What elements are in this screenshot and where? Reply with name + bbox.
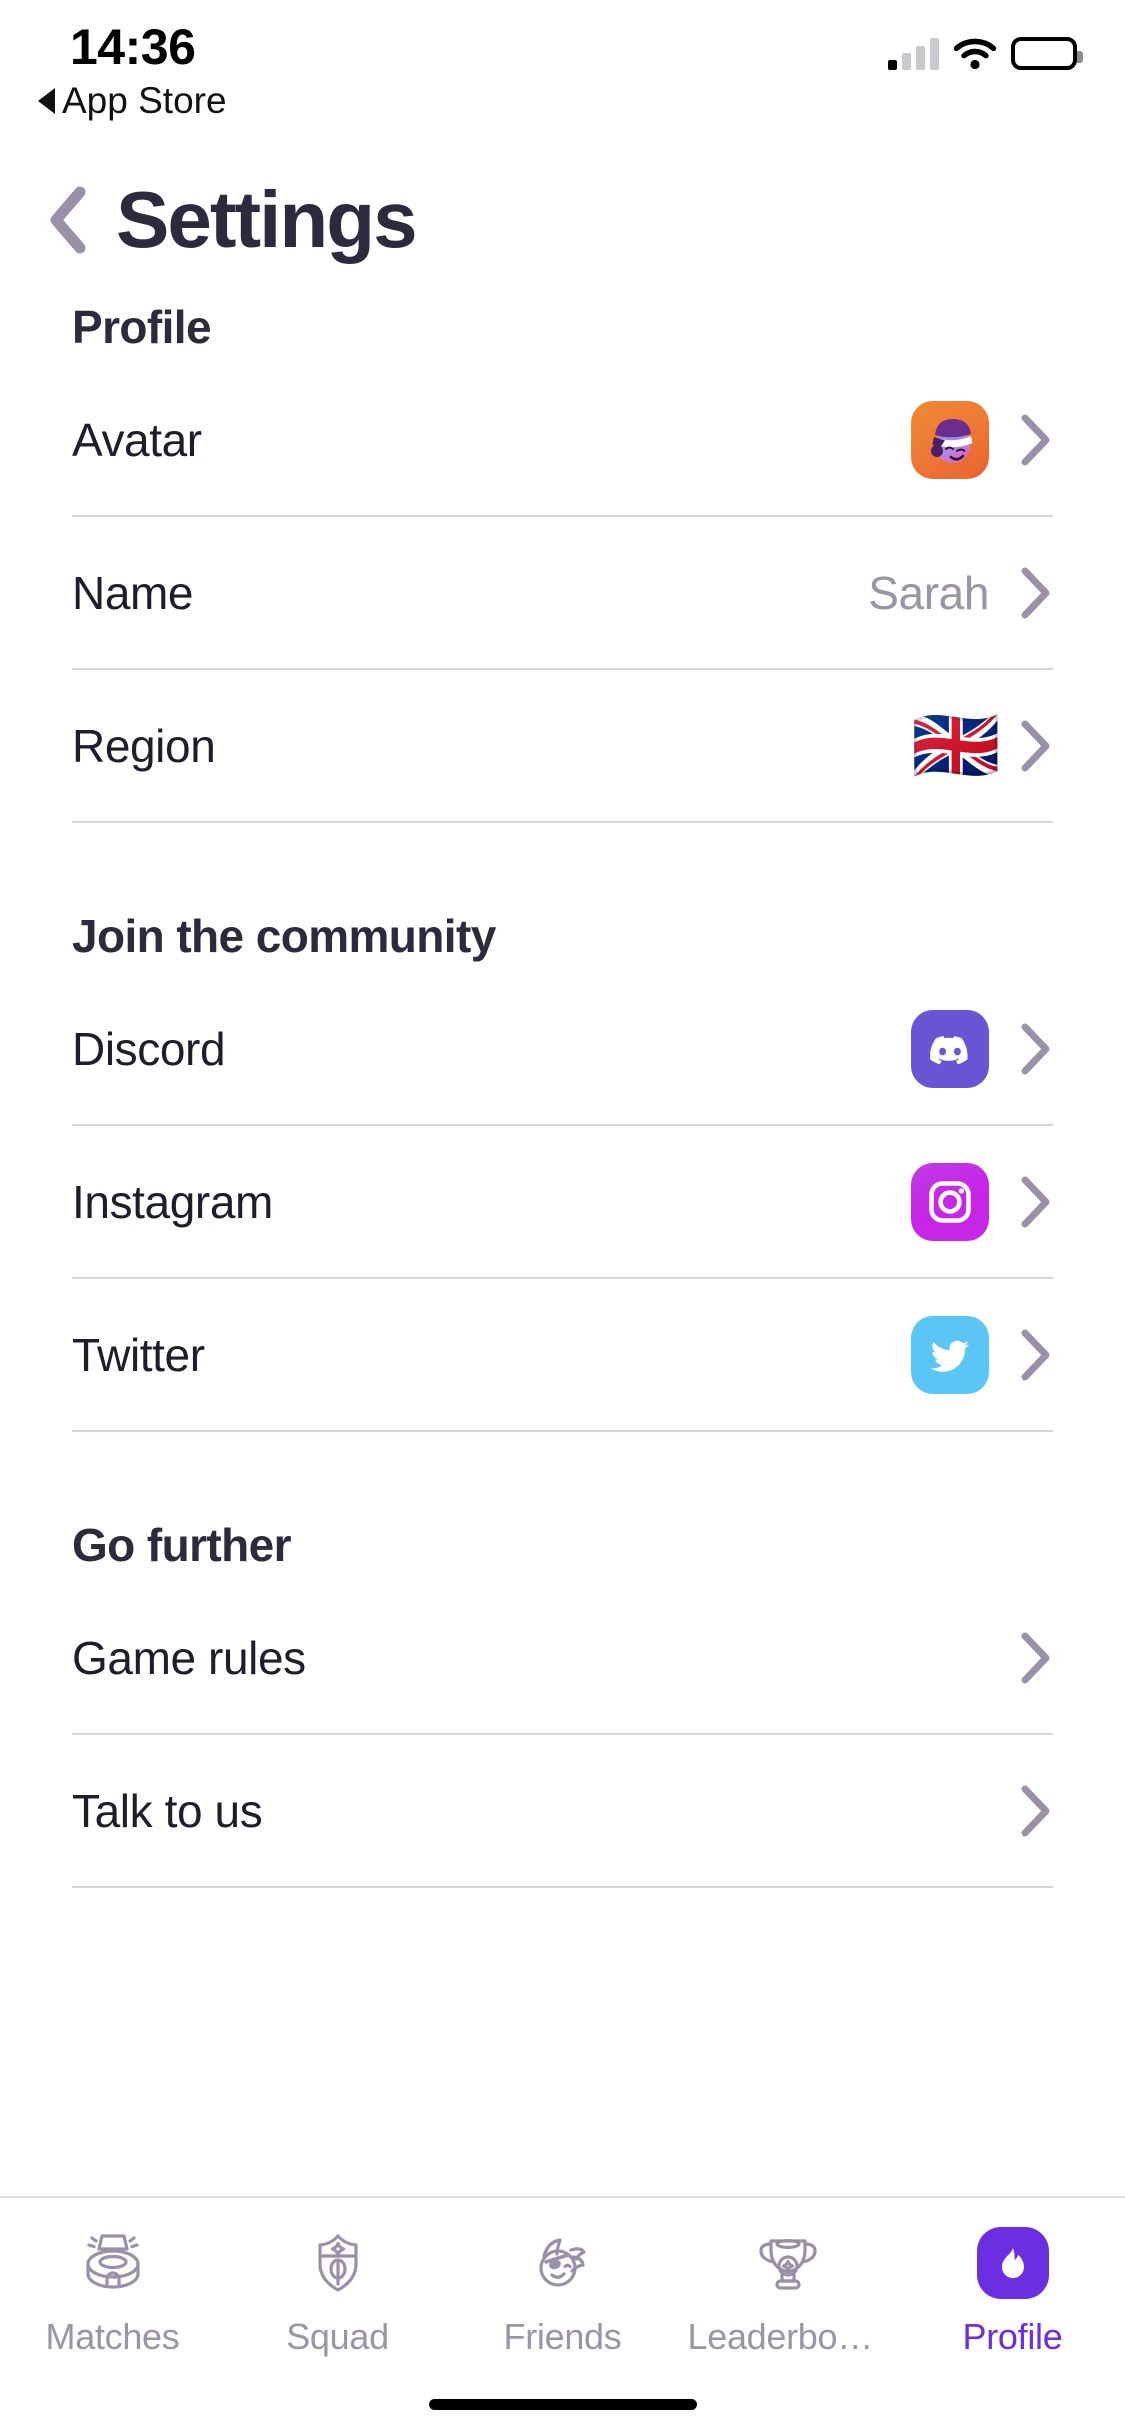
chevron-right-icon xyxy=(1019,1784,1053,1838)
chevron-right-icon xyxy=(1019,1328,1053,1382)
cellular-signal-icon xyxy=(888,36,939,70)
settings-content: Profile Avatar Name Sarah Region 🇬🇧 Join… xyxy=(0,300,1125,2196)
chevron-right-icon xyxy=(1019,566,1053,620)
row-label: Region xyxy=(72,719,216,772)
tab-label: Squad xyxy=(286,2316,389,2357)
row-instagram[interactable]: Instagram xyxy=(72,1126,1053,1279)
chevron-right-icon xyxy=(1019,1631,1053,1685)
profile-tab-tile xyxy=(976,2227,1049,2299)
section-title-go-further: Go further xyxy=(72,1519,291,1571)
chevron-right-icon xyxy=(1019,413,1053,467)
stadium-icon xyxy=(74,2224,152,2302)
row-label: Game rules xyxy=(72,1631,306,1684)
section-title-profile: Profile xyxy=(72,301,212,353)
trophy-icon xyxy=(749,2224,827,2302)
row-label: Discord xyxy=(72,1022,226,1075)
home-indicator xyxy=(428,2399,697,2410)
chevron-right-icon xyxy=(1019,719,1053,773)
uk-flag-icon: 🇬🇧 xyxy=(911,705,1001,786)
row-name[interactable]: Name Sarah xyxy=(72,517,1053,670)
row-label: Name xyxy=(72,566,194,619)
row-avatar[interactable]: Avatar xyxy=(72,364,1053,517)
section-profile: Profile Avatar Name Sarah Region 🇬🇧 xyxy=(0,300,1125,823)
status-bar-time: 14:36 xyxy=(70,19,196,75)
tab-label: Matches xyxy=(45,2316,180,2357)
section-go-further: Go further Game rules Talk to us xyxy=(0,1518,1125,1888)
row-label: Instagram xyxy=(72,1175,273,1228)
settings-screen: 14:36 App Store Settings Profile Avatar … xyxy=(0,0,1125,2436)
status-bar: 14:36 App Store xyxy=(0,0,1125,140)
uk-flag-glyph: 🇬🇧 xyxy=(911,705,1001,786)
flame-icon xyxy=(974,2224,1052,2302)
row-twitter[interactable]: Twitter xyxy=(72,1279,1053,1432)
tab-leaderboard[interactable]: Leaderboa… xyxy=(675,2224,900,2358)
back-app-label: App Store xyxy=(62,80,227,121)
chevron-right-icon xyxy=(1019,1022,1053,1076)
chevron-right-icon xyxy=(1019,1175,1053,1229)
avatar-thumbnail xyxy=(911,400,989,479)
page-title: Settings xyxy=(116,175,418,264)
section-community: Join the community Discord Instagram Twi… xyxy=(0,909,1125,1432)
row-label: Twitter xyxy=(72,1328,205,1381)
discord-icon xyxy=(911,1009,989,1088)
name-value: Sarah xyxy=(868,566,989,619)
row-talk-to-us[interactable]: Talk to us xyxy=(72,1735,1053,1888)
section-title-community: Join the community xyxy=(72,910,496,962)
tab-label: Friends xyxy=(503,2316,622,2357)
row-discord[interactable]: Discord xyxy=(72,973,1053,1126)
row-label: Avatar xyxy=(72,413,202,466)
chevron-left-icon[interactable] xyxy=(44,184,90,256)
shield-icon xyxy=(299,2224,377,2302)
tab-friends[interactable]: Friends xyxy=(450,2224,675,2358)
instagram-icon xyxy=(911,1162,989,1241)
battery-icon xyxy=(1011,37,1083,70)
row-game-rules[interactable]: Game rules xyxy=(72,1582,1053,1735)
status-bar-indicators xyxy=(888,28,1083,70)
tab-label: Profile xyxy=(962,2316,1063,2357)
row-label: Talk to us xyxy=(72,1784,263,1837)
tab-label: Leaderboa… xyxy=(687,2316,888,2357)
tab-squad[interactable]: Squad xyxy=(225,2224,450,2358)
tab-profile[interactable]: Profile xyxy=(900,2224,1125,2358)
row-region[interactable]: Region 🇬🇧 xyxy=(72,670,1053,823)
twitter-icon xyxy=(911,1315,989,1394)
face-eyepatch-icon xyxy=(524,2224,602,2302)
page-header: Settings xyxy=(0,155,1125,285)
triangle-left-icon xyxy=(38,88,55,114)
wifi-icon xyxy=(953,36,997,70)
tab-matches[interactable]: Matches xyxy=(0,2224,225,2358)
back-to-app-store-button[interactable]: App Store xyxy=(38,80,227,122)
